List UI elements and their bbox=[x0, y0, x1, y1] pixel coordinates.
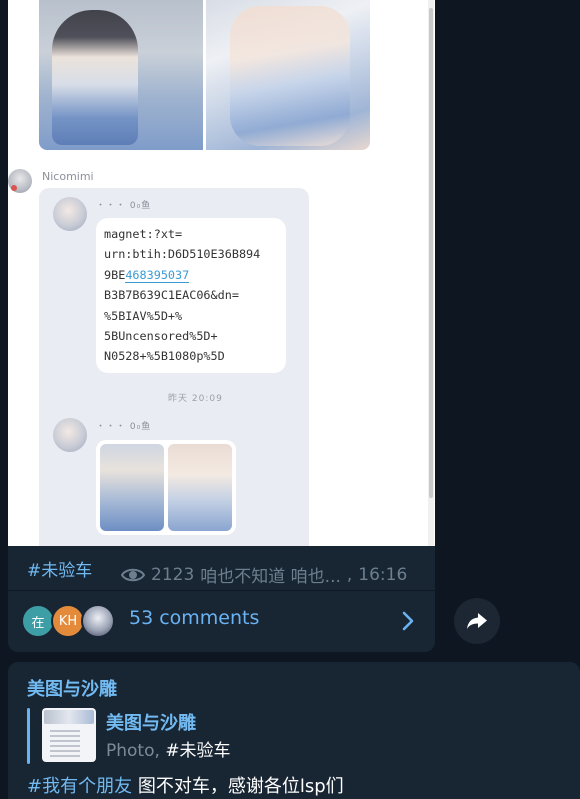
reply-quote[interactable]: 美图与沙雕 Photo, #未验车 bbox=[27, 708, 327, 764]
embedded-avatar bbox=[53, 197, 87, 231]
eye-icon bbox=[121, 568, 145, 581]
photo-figure-right bbox=[230, 6, 350, 146]
meta-separator: , bbox=[346, 564, 353, 585]
embedded-sender-name: ・・・ 0₀鱼 bbox=[96, 422, 152, 432]
message-hashtag[interactable]: #我有个朋友 bbox=[27, 776, 132, 797]
reply-type: Photo, bbox=[106, 741, 166, 761]
chat-view: Nicomimi ・・・ 0₀鱼 magnet:?xt= urn:btih:D6… bbox=[0, 0, 580, 799]
message-text: #我有个朋友 图不对车，感谢各位lsp们 bbox=[27, 772, 344, 798]
share-button[interactable] bbox=[454, 598, 500, 644]
photo-figure-left bbox=[52, 10, 138, 145]
post-hashtag[interactable]: #未验车 bbox=[27, 556, 92, 581]
post-photo[interactable]: Nicomimi ・・・ 0₀鱼 magnet:?xt= urn:btih:D6… bbox=[8, 0, 435, 546]
reply-subtitle: Photo, #未验车 bbox=[106, 736, 231, 761]
embedded-sender-name: ・・・ 0₀鱼 bbox=[96, 201, 152, 211]
channel-post[interactable]: Nicomimi ・・・ 0₀鱼 magnet:?xt= urn:btih:D6… bbox=[8, 0, 435, 652]
post-meta: 2123 咱也不知道 咱也..., 16:16 bbox=[121, 562, 407, 587]
sender-avatar bbox=[8, 169, 32, 193]
channel-post[interactable]: 美图与沙雕 美图与沙雕 Photo, #未验车 #我有个朋友 图不对车，感谢各位… bbox=[8, 662, 580, 799]
commenter-avatars[interactable]: 在 KH bbox=[21, 604, 117, 638]
sender-name: Nicomimi bbox=[42, 170, 94, 183]
magnet-text-part: B3B7B639C1EAC06&dn= %5BIAV%5D+% 5BUncens… bbox=[104, 288, 239, 364]
comments-button[interactable]: 53 comments bbox=[129, 607, 259, 629]
share-icon bbox=[467, 613, 487, 629]
reply-bar bbox=[27, 708, 30, 764]
message-body: 图不对车，感谢各位lsp们 bbox=[132, 776, 344, 797]
comments-divider bbox=[8, 590, 435, 591]
post-author: 咱也不知道 咱也... bbox=[200, 567, 341, 587]
embedded-timestamp: 昨天 20:09 bbox=[168, 394, 223, 404]
embedded-avatar bbox=[53, 418, 87, 452]
reply-thumbnail-image bbox=[44, 710, 94, 724]
view-count: 2123 bbox=[151, 564, 195, 585]
avatar: 在 bbox=[21, 604, 55, 638]
embedded-image-left bbox=[100, 444, 164, 531]
magnet-text: magnet:?xt= urn:btih:D6D510E36B894 9BE46… bbox=[104, 224, 284, 367]
reply-thumbnail bbox=[42, 708, 96, 762]
embedded-image-right bbox=[168, 444, 232, 531]
photo-scrollbar-thumb[interactable] bbox=[429, 8, 433, 498]
chevron-right-icon[interactable] bbox=[399, 609, 417, 633]
channel-title[interactable]: 美图与沙雕 bbox=[27, 675, 117, 701]
reply-thumbnail-text bbox=[50, 730, 80, 758]
reply-title: 美图与沙雕 bbox=[106, 713, 196, 734]
post-time: 16:16 bbox=[358, 564, 408, 585]
avatar: KH bbox=[51, 604, 85, 638]
magnet-link: 468395037 bbox=[125, 267, 190, 283]
embedded-image-bubble bbox=[96, 440, 236, 535]
reply-hashtag: #未验车 bbox=[165, 741, 231, 761]
avatar bbox=[81, 604, 115, 638]
